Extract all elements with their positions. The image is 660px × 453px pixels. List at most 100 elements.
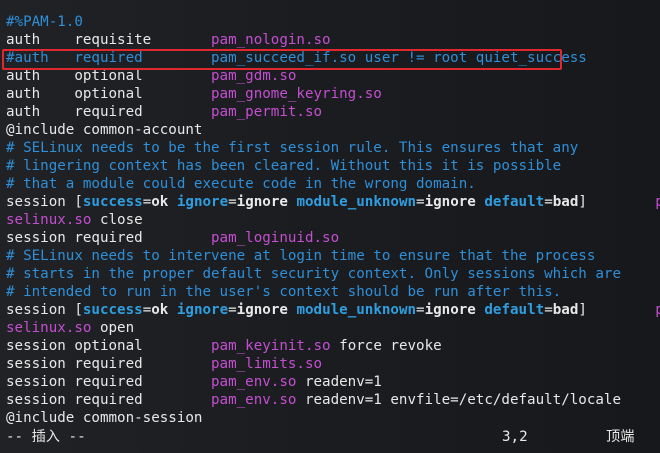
code-token: = (228, 194, 237, 210)
code-token: module_unknown (296, 194, 417, 210)
code-token: = (544, 194, 553, 210)
code-token: ok (151, 194, 177, 210)
code-token: # SELinux needs to be the first session … (6, 140, 579, 156)
code-token: pam_gdm.so (211, 68, 297, 84)
code-token: [ (74, 302, 83, 318)
code-token: ignore (424, 194, 485, 210)
code-token: # starts in the proper default security … (6, 266, 621, 282)
editor-line[interactable]: @include common-session (6, 409, 202, 427)
code-token: # SELinux needs to intervene at login ti… (6, 248, 596, 264)
editor-line[interactable]: session required pam_loginuid.so (6, 229, 339, 247)
code-token: bad (552, 194, 579, 210)
code-token: required (74, 374, 212, 390)
code-token: required (74, 356, 212, 372)
code-token: required (74, 392, 212, 408)
code-token: session (6, 302, 75, 318)
editor-line[interactable]: session [success=ok ignore=ignore module… (6, 193, 660, 211)
code-token: open (91, 320, 135, 336)
code-token: # intended to run in the user's context … (6, 284, 562, 300)
code-token: ] (578, 302, 656, 318)
code-token: pam_gnome_keyring.so (211, 86, 382, 102)
code-token: pam_nologin.so (211, 32, 331, 48)
editor-line[interactable]: auth optional pam_gnome_keyring.so (6, 85, 382, 103)
code-token: selinux.so (6, 320, 92, 336)
code-token: @include common-session (6, 410, 203, 426)
code-token: = (142, 194, 152, 210)
code-token: @include common-account (6, 122, 203, 138)
code-token: pam_permit.so (211, 104, 323, 120)
editor-line[interactable]: auth requisite pam_nologin.so (6, 31, 331, 49)
editor-line[interactable]: session optional pam_keyinit.so force re… (6, 337, 442, 355)
code-token: success (82, 194, 143, 210)
editor-line[interactable]: # intended to run in the user's context … (6, 283, 561, 301)
code-token: session (6, 374, 75, 390)
code-token: pam_ (655, 302, 660, 318)
editor-line[interactable]: #%PAM-1.0 (6, 13, 83, 31)
code-token: auth (6, 32, 75, 48)
code-token: module_unknown (296, 302, 417, 318)
editor-line[interactable]: selinux.so open (6, 319, 134, 337)
code-token: session (6, 392, 75, 408)
editor-line[interactable]: # starts in the proper default security … (6, 265, 621, 283)
code-token: readenv=1 envfile=/etc/default/locale (296, 392, 622, 408)
code-token: auth (6, 86, 75, 102)
code-token: pam_ (655, 194, 660, 210)
code-token: optional (74, 338, 212, 354)
code-token: default (484, 302, 545, 318)
code-token: default (484, 194, 545, 210)
code-token: requisite (74, 32, 212, 48)
code-token: # lingering context has been cleared. Wi… (6, 158, 562, 174)
code-token: = (142, 302, 152, 318)
code-token: ] (578, 194, 656, 210)
code-token: ignore (236, 194, 297, 210)
code-token: close (91, 212, 143, 228)
code-token: pam_env.so (211, 392, 297, 408)
editor-line[interactable]: session [success=ok ignore=ignore module… (6, 301, 660, 319)
code-token: auth (6, 104, 75, 120)
code-token: session (6, 338, 75, 354)
code-token: ignore (424, 302, 485, 318)
code-token: ignore (176, 302, 229, 318)
highlight-annotation-box (2, 49, 562, 70)
code-token: optional (74, 68, 212, 84)
code-token: optional (74, 86, 212, 102)
terminal-window[interactable]: #%PAM-1.0 auth requisite pam_nologin.so #a… (0, 0, 660, 453)
editor-line[interactable]: session required pam_env.so readenv=1 en… (6, 391, 621, 409)
editor-line[interactable]: # lingering context has been cleared. Wi… (6, 157, 561, 175)
editor-line[interactable]: @include common-account (6, 121, 202, 139)
code-token: ok (151, 302, 177, 318)
code-token: = (544, 302, 553, 318)
code-token: session (6, 356, 75, 372)
code-token: force revoke (330, 338, 442, 354)
code-token: auth (6, 68, 75, 84)
code-token: pam_keyinit.so (211, 338, 331, 354)
editor-line[interactable]: auth required pam_permit.so (6, 103, 322, 121)
editor-line[interactable]: session required pam_env.so readenv=1 (6, 373, 382, 391)
code-token: required (74, 104, 212, 120)
code-token: readenv=1 (296, 374, 382, 390)
code-token: pam_env.so (211, 374, 297, 390)
code-token: bad (552, 302, 579, 318)
code-token: # that a module could execute code in th… (6, 176, 476, 192)
code-token: selinux.so (6, 212, 92, 228)
code-token: [ (74, 194, 83, 210)
code-token: required (74, 230, 212, 246)
code-token: session (6, 194, 75, 210)
mode-indicator: -- 插入 -- (6, 429, 86, 445)
code-token: ignore (176, 194, 229, 210)
code-token: #%PAM-1.0 (6, 14, 83, 30)
cursor-position: 3,2 (502, 429, 528, 445)
editor-line[interactable]: selinux.so close (6, 211, 143, 229)
code-token: success (82, 302, 143, 318)
code-token: = (416, 194, 425, 210)
code-token: pam_limits.so (211, 356, 323, 372)
editor-line[interactable]: # SELinux needs to intervene at login ti… (6, 247, 595, 265)
editor-line[interactable]: # SELinux needs to be the first session … (6, 139, 578, 157)
vim-status-line: -- 插入 -- 3,2 顶端 (0, 427, 660, 447)
editor-line[interactable]: session required pam_limits.so (6, 355, 322, 373)
code-token: ignore (236, 302, 297, 318)
code-token: pam_loginuid.so (211, 230, 340, 246)
code-token: session (6, 230, 75, 246)
editor-line[interactable]: # that a module could execute code in th… (6, 175, 476, 193)
code-token: = (228, 302, 237, 318)
